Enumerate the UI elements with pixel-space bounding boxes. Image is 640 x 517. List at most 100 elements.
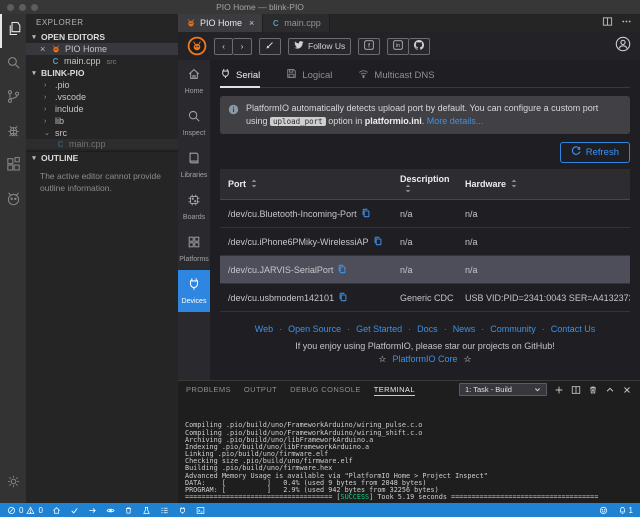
close-tab-icon[interactable]: × [249,18,254,28]
linkedin-button[interactable]: in [387,37,410,55]
pio-tasks-list-icon[interactable] [160,506,169,515]
follow-us-button[interactable]: Follow Us [288,37,352,55]
pio-nav-platforms[interactable]: Platforms [178,228,210,270]
upload-port-code-chip: upload_port [270,117,326,126]
terminal-selector-dropdown[interactable]: 1: Task - Build [459,383,547,396]
tab-terminal[interactable]: TERMINAL [373,381,416,398]
sort-icon [405,184,411,193]
pio-nav-boards[interactable]: Boards [178,186,210,228]
tree-item[interactable]: › .pio [26,79,178,91]
tab-pio-home[interactable]: PIO Home × [178,14,264,32]
platformio-ant-icon [51,44,61,54]
new-terminal-icon[interactable] [554,385,564,395]
tree-item-label: src [55,128,67,138]
activity-search-button[interactable] [0,48,26,82]
tree-item[interactable]: › include [26,103,178,115]
tab-serial[interactable]: Serial [220,69,261,88]
pio-nav-libraries[interactable]: Libraries [178,144,210,186]
split-editor-icon[interactable] [602,14,613,32]
footer-link[interactable]: Get Started [341,324,402,334]
tab-multicast-dns[interactable]: Multicast DNS [358,69,435,87]
split-terminal-icon[interactable] [571,385,581,395]
feedback-smiley-icon[interactable] [599,506,608,515]
pio-nav-inspect[interactable]: Inspect [178,102,210,144]
tree-item[interactable]: › lib [26,115,178,127]
pio-home-icon[interactable] [52,506,61,515]
copy-port-icon[interactable] [337,264,347,274]
pio-build-check-icon[interactable] [70,506,79,515]
problems-indicator[interactable]: 0 0 [7,506,43,515]
description-cell: n/a [392,255,457,284]
tree-item[interactable]: › .vscode [26,91,178,103]
refresh-button[interactable]: Refresh [559,142,630,163]
copy-port-icon[interactable] [338,292,348,302]
account-button[interactable] [615,36,631,57]
facebook-button[interactable]: f [358,37,381,55]
pio-test-flask-icon[interactable] [142,506,151,515]
open-editors-section-header[interactable]: ▾ OPEN EDITORS [26,31,178,43]
error-count: 0 [19,505,24,515]
pio-clean-trash-icon[interactable] [124,506,133,515]
sort-icon [511,179,517,188]
close-panel-icon[interactable] [622,385,632,395]
footer-link[interactable]: News [438,324,476,334]
open-editor-pio-home[interactable]: × PIO Home [26,43,178,55]
info-icon [228,102,239,128]
serial-port-row[interactable]: /dev/cu.iPhone6PMiky-WirelessiAP n/a n/a [220,227,630,256]
tab-debug-console[interactable]: DEBUG CONSOLE [290,381,361,398]
activity-run-debug-button[interactable] [0,116,26,150]
nav-forward-button[interactable]: › [233,37,252,55]
kill-terminal-trash-icon[interactable] [588,385,598,395]
outline-section-header[interactable]: ▾ OUTLINE [26,151,178,163]
tab-problems[interactable]: PROBLEMS [186,381,231,398]
close-editor-icon[interactable]: × [40,44,47,54]
magnifier-icon [187,109,201,128]
serial-port-row[interactable]: /dev/cu.JARVIS-SerialPort n/a n/a [220,255,630,284]
tab-main-cpp[interactable]: C main.cpp [263,14,330,32]
terminal-output[interactable]: Compiling .pio/build/uno/FrameworkArduin… [178,398,640,503]
pio-home-nav: Home Inspect Libraries Boards Platforms … [178,60,210,380]
tree-item-main-cpp-selected[interactable]: C main.cpp [26,139,178,149]
column-header-hardware[interactable]: Hardware [457,169,630,200]
copy-port-icon[interactable] [373,236,383,246]
activity-explorer-button[interactable] [0,14,26,48]
tree-item-label: .vscode [55,92,87,102]
pio-upload-arrow-icon[interactable] [88,506,97,515]
serial-port-row[interactable]: /dev/cu.usbmodem142101 Generic CDC USB V… [220,283,630,312]
activity-source-control-button[interactable] [0,82,26,116]
activity-extensions-button[interactable] [0,150,26,184]
eye-icon[interactable] [106,506,115,515]
search-icon [5,54,22,76]
tree-item[interactable]: ⌄ src [26,127,178,139]
more-details-link[interactable]: More details... [427,116,484,126]
copy-port-icon[interactable] [361,208,371,218]
pencil-button[interactable] [259,37,281,55]
column-header-port[interactable]: Port [220,169,392,200]
sidebar-title: EXPLORER [36,18,84,27]
footer-link[interactable]: Web [255,324,273,334]
footer-link[interactable]: Docs [402,324,438,334]
notifications-bell[interactable]: 1 [618,506,633,515]
activity-platformio-button[interactable] [0,184,26,218]
footer-link[interactable]: Open Source [273,324,341,334]
column-header-description[interactable]: Description [392,169,457,200]
pio-nav-devices[interactable]: Devices [178,270,210,312]
tab-label: PIO Home [200,18,243,28]
project-section-header[interactable]: ▾ BLINK-PIO [26,67,178,79]
open-editor-main-cpp[interactable]: C main.cpp src [26,55,178,67]
pio-serial-monitor-plug-icon[interactable] [178,506,187,515]
platformio-core-link[interactable]: PlatformIO Core [392,354,457,364]
footer-link[interactable]: Community [475,324,536,334]
tab-logical[interactable]: Logical [286,69,332,87]
pio-nav-home[interactable]: Home [178,60,210,102]
nav-back-button[interactable]: ‹ [214,37,233,55]
serial-port-row[interactable]: /dev/cu.Bluetooth-Incoming-Port n/a n/a [220,199,630,228]
pio-terminal-icon[interactable] [196,506,205,515]
footer-link[interactable]: Contact Us [536,324,596,334]
activity-settings-button[interactable] [0,467,26,501]
port-cell: /dev/cu.Bluetooth-Incoming-Port [220,199,392,228]
more-actions-icon[interactable] [621,14,632,32]
tab-output[interactable]: OUTPUT [244,381,277,398]
maximize-panel-chevron-icon[interactable] [605,385,615,395]
github-button[interactable] [409,37,431,55]
